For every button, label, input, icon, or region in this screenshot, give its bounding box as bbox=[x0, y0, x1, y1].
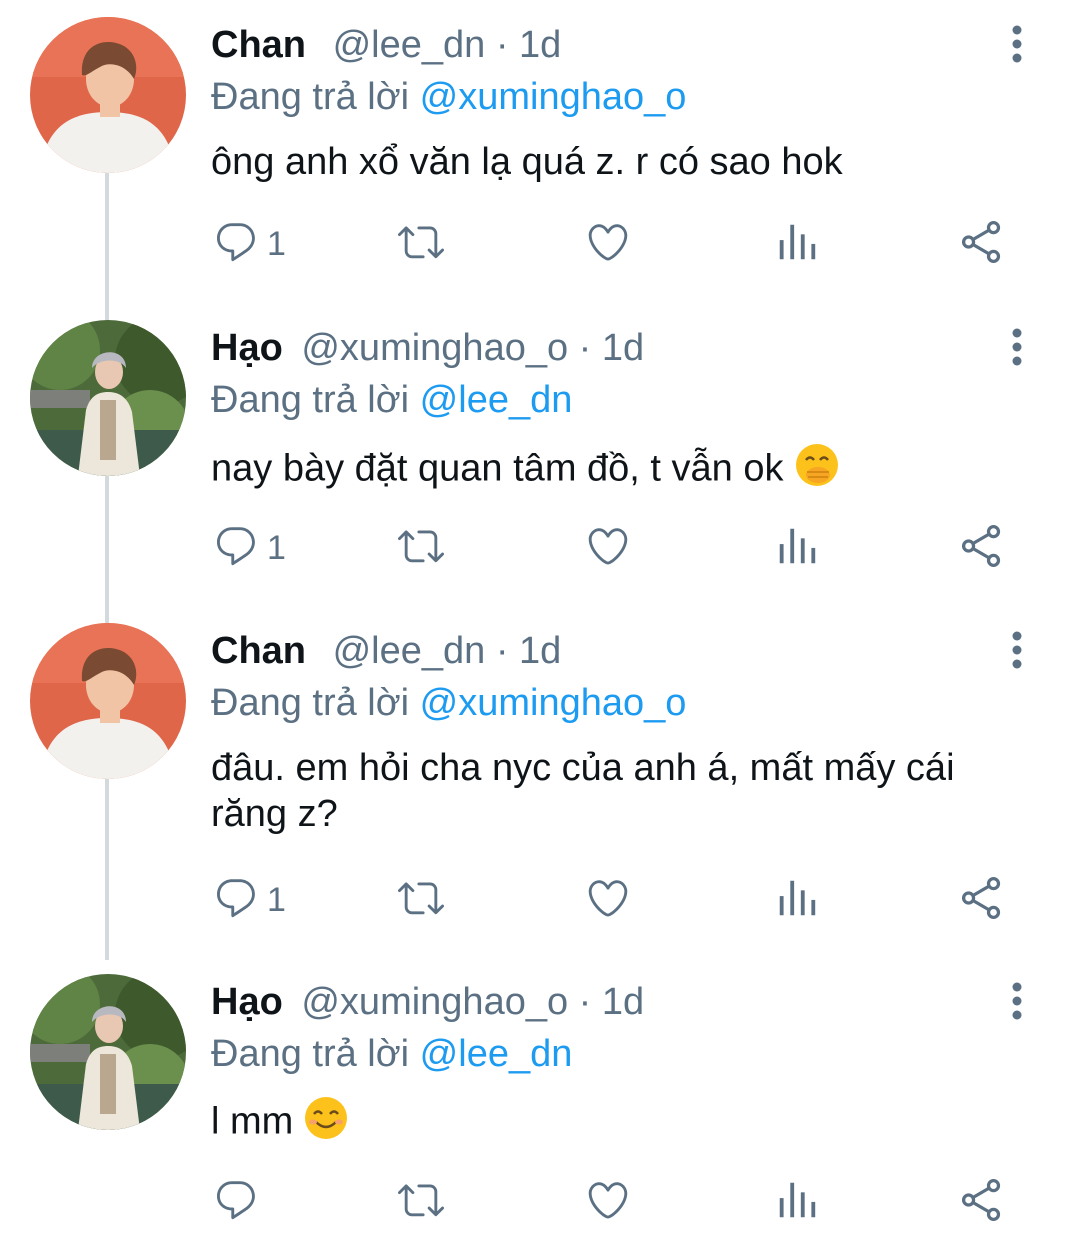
views-icon[interactable] bbox=[774, 219, 820, 270]
user-handle[interactable]: @lee_dn bbox=[333, 630, 486, 672]
reply-mention-link[interactable]: @lee_dn bbox=[420, 1033, 573, 1075]
views-icon[interactable] bbox=[774, 1177, 820, 1228]
more-options-icon[interactable] bbox=[1000, 969, 1034, 1033]
reply-icon[interactable] bbox=[213, 875, 259, 926]
timestamp[interactable]: · 1d bbox=[579, 981, 644, 1023]
timestamp[interactable]: · 1d bbox=[496, 630, 561, 672]
retweet-icon[interactable] bbox=[398, 219, 444, 270]
reply-icon[interactable] bbox=[213, 1177, 259, 1228]
views-icon[interactable] bbox=[774, 875, 820, 926]
reply-count: 1 bbox=[267, 528, 286, 567]
share-icon[interactable] bbox=[959, 523, 1005, 574]
share-icon[interactable] bbox=[959, 1177, 1005, 1228]
timestamp[interactable]: · 1d bbox=[496, 24, 561, 66]
display-name[interactable]: Chan bbox=[211, 630, 306, 672]
avatar[interactable] bbox=[30, 623, 186, 779]
retweet-icon[interactable] bbox=[398, 875, 444, 926]
more-options-icon[interactable] bbox=[1000, 618, 1034, 682]
share-icon[interactable] bbox=[959, 875, 1005, 926]
like-icon[interactable] bbox=[585, 1177, 631, 1228]
user-handle[interactable]: @xuminghao_o bbox=[301, 981, 568, 1023]
display-name[interactable]: Hạo bbox=[211, 327, 283, 369]
reply-count: 1 bbox=[267, 880, 286, 919]
avatar[interactable] bbox=[30, 974, 186, 1130]
reply-label: Đang trả lời bbox=[211, 1033, 410, 1075]
timestamp[interactable]: · 1d bbox=[579, 327, 644, 369]
reply-label: Đang trả lời bbox=[211, 682, 410, 724]
reply-icon[interactable] bbox=[213, 219, 259, 270]
display-name[interactable]: Hạo bbox=[211, 981, 283, 1023]
retweet-icon[interactable] bbox=[398, 1177, 444, 1228]
reply-count: 1 bbox=[267, 224, 286, 263]
more-options-icon[interactable] bbox=[1000, 315, 1034, 379]
reply-mention-link[interactable]: @xuminghao_o bbox=[420, 682, 687, 724]
reply-label: Đang trả lời bbox=[211, 76, 410, 118]
views-icon[interactable] bbox=[774, 523, 820, 574]
like-icon[interactable] bbox=[585, 523, 631, 574]
avatar[interactable] bbox=[30, 320, 186, 476]
hand-over-mouth-emoji bbox=[794, 442, 840, 499]
smiling-emoji bbox=[303, 1095, 349, 1152]
like-icon[interactable] bbox=[585, 219, 631, 270]
user-handle[interactable]: @lee_dn bbox=[333, 24, 486, 66]
reply-label: Đang trả lời bbox=[211, 379, 410, 421]
tweet-text: đâu. em hỏi cha nyc của anh á, mất mấy c… bbox=[211, 747, 955, 835]
reply-mention-link[interactable]: @xuminghao_o bbox=[420, 76, 687, 118]
tweet-text: ông anh xổ văn lạ quá z. r có sao hok bbox=[211, 141, 843, 183]
user-handle[interactable]: @xuminghao_o bbox=[301, 327, 568, 369]
tweet-text: l mm bbox=[211, 1100, 294, 1143]
more-options-icon[interactable] bbox=[1000, 12, 1034, 76]
share-icon[interactable] bbox=[959, 219, 1005, 270]
display-name[interactable]: Chan bbox=[211, 24, 306, 66]
reply-mention-link[interactable]: @lee_dn bbox=[420, 379, 573, 421]
tweet-text: nay bày đặt quan tâm đồ, t vẫn ok bbox=[211, 447, 784, 490]
retweet-icon[interactable] bbox=[398, 523, 444, 574]
reply-icon[interactable] bbox=[213, 523, 259, 574]
avatar[interactable] bbox=[30, 17, 186, 173]
like-icon[interactable] bbox=[585, 875, 631, 926]
